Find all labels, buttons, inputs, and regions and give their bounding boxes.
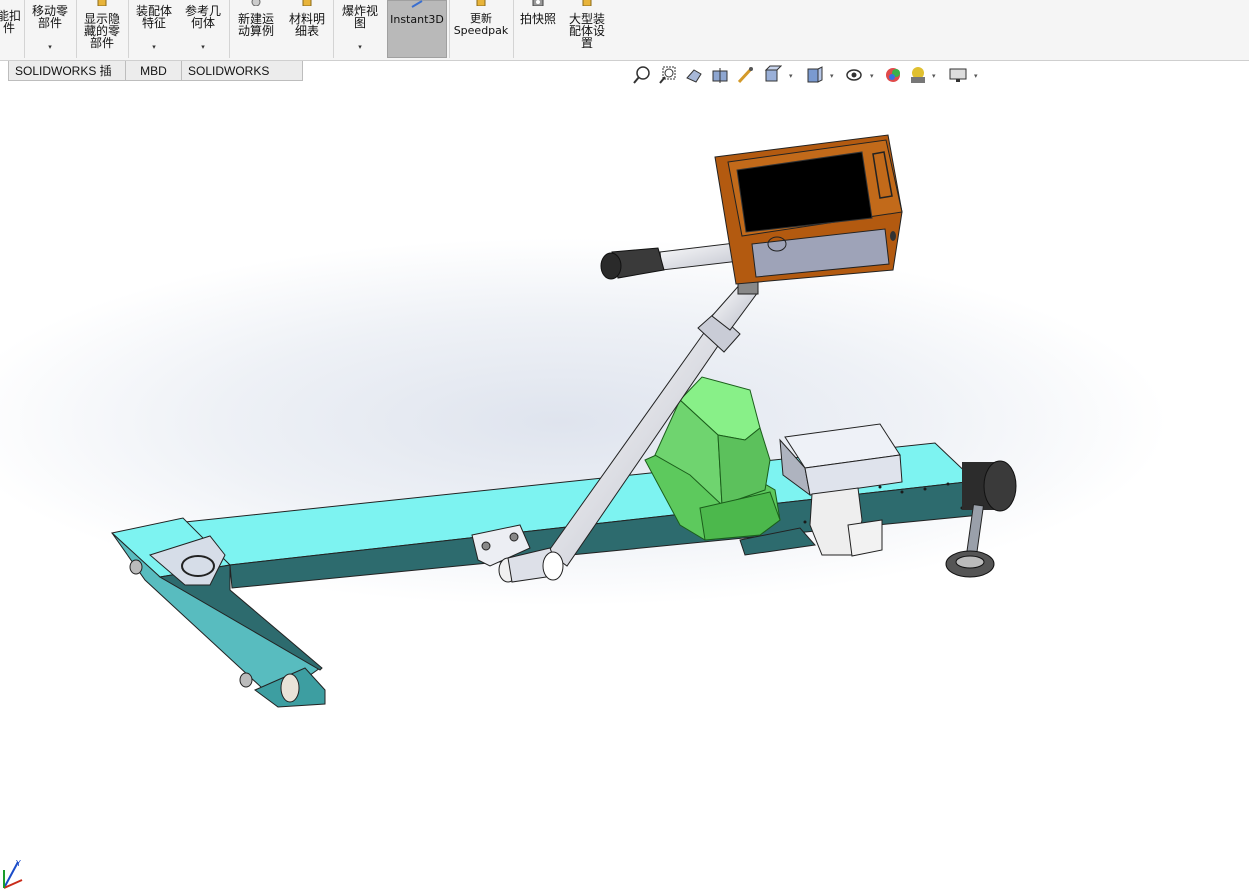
ribbon-btn-bill-of-materials[interactable]: 材料明 细表 <box>282 0 332 58</box>
chevron-down-icon[interactable]: ▾ <box>130 41 178 53</box>
ribbon-btn-smart-fasteners[interactable]: 能扣 件 <box>0 0 22 58</box>
large-assembly-icon <box>582 0 592 6</box>
motion-study-icon <box>251 0 261 6</box>
ribbon-label: 爆炸视 图 <box>341 4 378 30</box>
apply-scene-icon[interactable] <box>908 64 928 86</box>
ribbon-separator <box>24 0 25 58</box>
ribbon-label: 能扣 件 <box>0 9 21 35</box>
drive-motor[interactable] <box>962 460 1017 512</box>
graphics-area[interactable]: Y <box>0 82 1249 894</box>
dynamic-annotation-icon[interactable] <box>736 64 756 86</box>
ribbon-separator <box>76 0 77 58</box>
chevron-down-icon[interactable]: ▾ <box>335 41 385 53</box>
chevron-down-icon[interactable]: ▾ <box>974 72 978 80</box>
ribbon-label: 更新 Speedpak <box>453 12 509 37</box>
ribbon-separator <box>333 0 334 58</box>
camera-icon <box>532 0 544 6</box>
ribbon-separator <box>229 0 230 58</box>
zoom-to-area-icon[interactable] <box>658 64 678 86</box>
command-manager-ribbon: 能扣 件 移动零 部件 ▾ 显示隐 藏的零 部件 装配体 特征 ▾ 参考几 何体… <box>0 0 1249 61</box>
tab-mbd[interactable]: MBD <box>125 61 182 81</box>
ribbon-label: 参考几 何体 <box>184 4 221 30</box>
ribbon-separator <box>128 0 129 58</box>
tab-solidworks-cam[interactable]: SOLIDWORKS CAM <box>181 61 303 98</box>
ribbon-label: 装配体 特征 <box>135 4 172 30</box>
ribbon-btn-assembly-features[interactable]: 装配体 特征 ▾ <box>130 0 178 58</box>
display-style-icon[interactable] <box>804 64 824 86</box>
coordinate-triad-icon: Y <box>3 859 23 889</box>
ribbon-btn-move-component[interactable]: 移动零 部件 ▾ <box>26 0 74 58</box>
ribbon-btn-exploded-view[interactable]: 爆炸视 图 ▾ <box>335 0 385 58</box>
instant3d-icon <box>411 0 423 8</box>
bom-icon <box>302 0 312 6</box>
ribbon-label: 移动零 部件 <box>31 4 68 30</box>
edit-appearance-icon[interactable] <box>884 64 904 86</box>
chevron-down-icon[interactable]: ▾ <box>26 41 74 53</box>
ribbon-btn-update-speedpak[interactable]: 更新 Speedpak <box>451 0 511 58</box>
ribbon-separator <box>513 0 514 58</box>
chevron-down-icon[interactable]: ▾ <box>932 72 936 80</box>
ribbon-btn-take-snapshot[interactable]: 拍快照 <box>515 0 561 58</box>
section-view-icon[interactable] <box>710 64 730 86</box>
view-orientation-icon[interactable] <box>762 64 782 86</box>
ribbon-btn-reference-geometry[interactable]: 参考几 何体 ▾ <box>179 0 227 58</box>
ribbon-label: 拍快照 <box>519 12 556 26</box>
ribbon-label: 材料明 细表 <box>288 12 325 38</box>
zoom-to-fit-icon[interactable] <box>632 64 652 86</box>
display-unit[interactable] <box>714 134 903 285</box>
tab-solidworks-addins[interactable]: SOLIDWORKS 插件 <box>8 61 126 98</box>
chevron-down-icon[interactable]: ▾ <box>789 72 793 80</box>
ribbon-label: Instant3D <box>390 13 444 26</box>
ribbon-btn-large-assembly-settings[interactable]: 大型装 配体设 置 <box>563 0 611 58</box>
ribbon-label: 显示隐 藏的零 部件 <box>83 12 120 50</box>
ribbon-label: 新建运 动算例 <box>237 12 274 38</box>
hide-show-items-icon[interactable] <box>844 64 864 86</box>
chevron-down-icon[interactable]: ▾ <box>830 72 834 80</box>
chevron-down-icon[interactable]: ▾ <box>870 72 874 80</box>
view-settings-icon[interactable] <box>948 64 968 86</box>
svg-text:Y: Y <box>15 859 21 868</box>
ribbon-btn-new-motion-study[interactable]: 新建运 动算例 <box>231 0 281 58</box>
chevron-down-icon[interactable]: ▾ <box>179 41 227 53</box>
ribbon-btn-instant3d[interactable]: Instant3D <box>387 0 447 58</box>
previous-view-icon[interactable] <box>684 64 704 86</box>
speedpak-icon <box>476 0 486 6</box>
show-hidden-icon <box>97 0 107 6</box>
assembly-model[interactable]: Y <box>0 82 1249 894</box>
ribbon-separator <box>449 0 450 58</box>
ribbon-label: 大型装 配体设 置 <box>568 12 605 50</box>
ribbon-btn-show-hidden-components[interactable]: 显示隐 藏的零 部件 <box>78 0 126 58</box>
